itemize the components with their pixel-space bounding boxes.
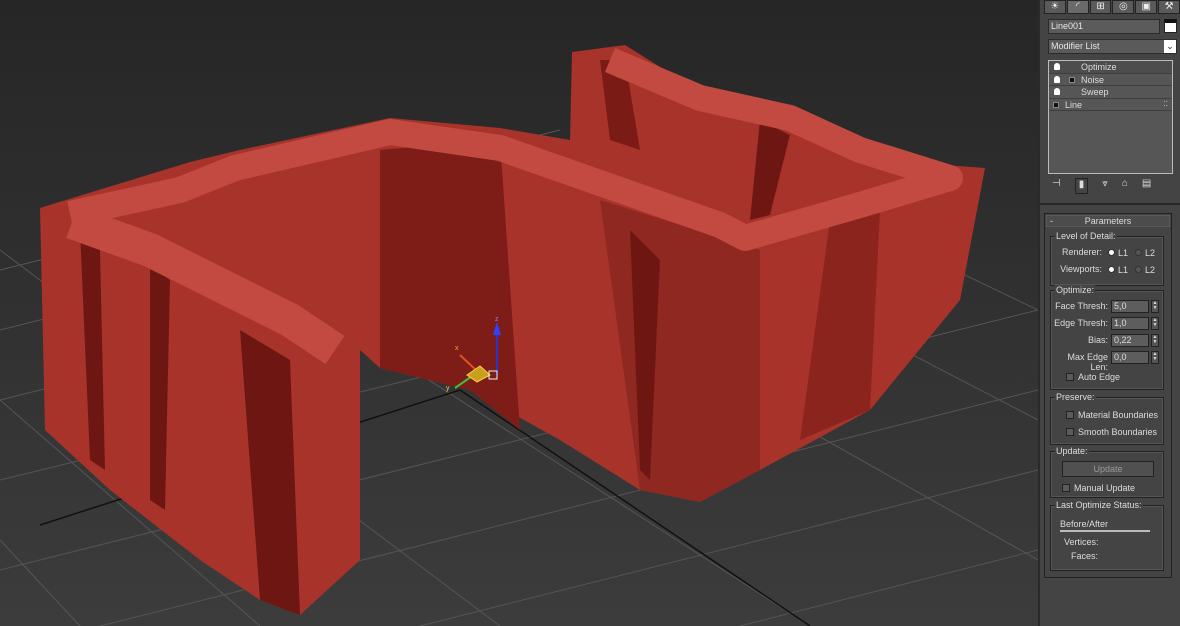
modify-tab[interactable]: ◜ bbox=[1066, 0, 1089, 14]
stack-item-label: Noise bbox=[1081, 74, 1105, 85]
viewports-label: Viewports: bbox=[1060, 264, 1102, 274]
before-after-header: Before/After bbox=[1060, 519, 1150, 532]
hammer-icon: ⚒ bbox=[1164, 1, 1174, 12]
l2-label: L2 bbox=[1145, 265, 1156, 275]
l1-label: L1 bbox=[1118, 248, 1129, 258]
expand-plus-icon[interactable] bbox=[1053, 101, 1059, 108]
max-edge-len-input[interactable]: 0,0 bbox=[1111, 351, 1149, 364]
auto-edge-checkbox[interactable] bbox=[1066, 373, 1074, 381]
smooth-boundaries-checkbox[interactable] bbox=[1066, 428, 1074, 436]
group-title: Last Optimize Status: bbox=[1055, 500, 1143, 510]
parameters-rollout: - Parameters Level of Detail: Renderer: … bbox=[1044, 213, 1172, 578]
command-panel-tabs: ☀ ◜ ⊞ ◎ ▣ ⚒ bbox=[1040, 0, 1180, 14]
update-button[interactable]: Update bbox=[1062, 461, 1154, 477]
sun-icon: ☀ bbox=[1050, 1, 1060, 12]
red-rock-wall-mesh bbox=[40, 45, 985, 615]
viewports-l1-radio[interactable] bbox=[1108, 266, 1115, 273]
motion-icon: ◎ bbox=[1119, 1, 1128, 12]
viewport-scene: x y z bbox=[0, 45, 1038, 626]
manual-update-label: Manual Update bbox=[1074, 483, 1136, 493]
display-tab[interactable]: ▣ bbox=[1135, 0, 1158, 14]
face-thresh-input[interactable]: 5,0 bbox=[1111, 300, 1149, 313]
rollout-title: Parameters bbox=[1084, 216, 1132, 226]
object-color-swatch[interactable] bbox=[1164, 19, 1177, 33]
stack-item-label: Line bbox=[1065, 99, 1083, 110]
remove-modifier-icon[interactable]: ⌂ bbox=[1122, 178, 1128, 194]
divider bbox=[1040, 203, 1180, 205]
bias-spinner[interactable]: ▲ ▼ bbox=[1151, 334, 1159, 347]
lightbulb-icon[interactable] bbox=[1054, 88, 1060, 95]
stack-item-line[interactable]: Line ⁚⁚ bbox=[1049, 99, 1172, 111]
group-title: Optimize: bbox=[1055, 285, 1096, 295]
hierarchy-tab[interactable]: ⊞ bbox=[1089, 0, 1112, 14]
l2-label: L2 bbox=[1145, 248, 1156, 258]
chevron-down-icon: ⌄ bbox=[1164, 40, 1176, 53]
make-unique-icon[interactable]: ⩔ bbox=[1102, 178, 1108, 194]
vertices-label: Vertices: bbox=[1064, 537, 1099, 547]
gizmo-x-label: x bbox=[455, 345, 459, 352]
viewports-l2-radio[interactable] bbox=[1135, 266, 1142, 273]
face-thresh-spinner[interactable]: ▲ ▼ bbox=[1151, 300, 1159, 313]
update-group: Update: Update Manual Update bbox=[1050, 446, 1164, 498]
stack-item-noise[interactable]: Noise bbox=[1049, 74, 1172, 86]
level-of-detail-group: Level of Detail: Renderer: L1 L2 Viewpor… bbox=[1050, 231, 1164, 286]
material-boundaries-label: Material Boundaries bbox=[1078, 410, 1159, 420]
modifier-list-label: Modifier List bbox=[1051, 41, 1100, 51]
command-panel: ☀ ◜ ⊞ ◎ ▣ ⚒ Line001 Modifier List ⌄ Opti… bbox=[1038, 0, 1180, 626]
stack-item-label: Optimize bbox=[1081, 62, 1117, 72]
edge-thresh-spinner[interactable]: ▲ ▼ bbox=[1151, 317, 1159, 330]
l1-label: L1 bbox=[1118, 265, 1129, 275]
lightbulb-icon[interactable] bbox=[1054, 75, 1060, 83]
material-boundaries-checkbox[interactable] bbox=[1066, 411, 1074, 419]
optimize-group: Optimize: Face Thresh: 5,0 ▲ ▼ Edge Thres… bbox=[1050, 285, 1164, 390]
renderer-label: Renderer: bbox=[1061, 247, 1102, 257]
last-optimize-status-group: Last Optimize Status: Before/After Verti… bbox=[1050, 500, 1164, 571]
edge-thresh-label: Edge Thresh: bbox=[1054, 318, 1108, 328]
stack-item-optimize[interactable]: Optimize bbox=[1049, 61, 1172, 74]
perspective-viewport[interactable]: x y z bbox=[0, 0, 1038, 626]
gizmo-z-label: z bbox=[495, 316, 499, 323]
faces-label: Faces: bbox=[1071, 551, 1099, 561]
hierarchy-icon: ⊞ bbox=[1096, 1, 1105, 12]
modifier-stack: Optimize Noise Sweep Line ⁚⁚ bbox=[1048, 60, 1173, 174]
object-name-input[interactable]: Line001 bbox=[1048, 19, 1160, 34]
motion-tab[interactable]: ◎ bbox=[1112, 0, 1135, 14]
subobject-dots-icon: ⁚⁚ bbox=[1163, 100, 1168, 108]
edge-thresh-input[interactable]: 1,0 bbox=[1111, 317, 1149, 330]
manual-update-checkbox[interactable] bbox=[1062, 484, 1070, 492]
show-end-result-icon[interactable]: ▮ bbox=[1074, 178, 1089, 194]
smooth-boundaries-label: Smooth Boundaries bbox=[1078, 427, 1158, 437]
stack-item-label: Sweep bbox=[1081, 87, 1109, 97]
renderer-l1-radio[interactable] bbox=[1108, 249, 1115, 256]
renderer-l2-radio[interactable] bbox=[1135, 249, 1142, 256]
max-edge-len-spinner[interactable]: ▲ ▼ bbox=[1151, 351, 1159, 364]
modify-arc-icon: ◜ bbox=[1075, 1, 1080, 12]
stack-item-sweep[interactable]: Sweep bbox=[1049, 86, 1172, 99]
configure-sets-icon[interactable]: ▤ bbox=[1142, 178, 1151, 194]
parameters-rollout-header[interactable]: - Parameters bbox=[1046, 215, 1170, 227]
lightbulb-icon[interactable] bbox=[1054, 63, 1060, 70]
modifier-list-dropdown[interactable]: Modifier List ⌄ bbox=[1048, 39, 1177, 54]
expand-plus-icon[interactable] bbox=[1069, 76, 1075, 83]
stack-toolbar: ⊣ ▮ ⩔ ⌂ ▤ bbox=[1052, 178, 1177, 194]
gizmo-y-label: y bbox=[446, 385, 450, 392]
create-tab[interactable]: ☀ bbox=[1044, 0, 1066, 14]
display-icon: ▣ bbox=[1141, 1, 1151, 12]
face-thresh-label: Face Thresh: bbox=[1055, 301, 1108, 311]
max-edge-len-label: Max Edge Len: bbox=[1067, 352, 1108, 372]
auto-edge-label: Auto Edge bbox=[1078, 372, 1121, 382]
group-title: Update: bbox=[1055, 446, 1089, 456]
bias-input[interactable]: 0,22 bbox=[1111, 334, 1149, 347]
utilities-tab[interactable]: ⚒ bbox=[1158, 0, 1180, 14]
collapse-icon: - bbox=[1050, 216, 1053, 226]
group-title: Preserve: bbox=[1055, 392, 1096, 402]
preserve-group: Preserve: Material Boundaries Smooth Bou… bbox=[1050, 392, 1164, 445]
group-title: Level of Detail: bbox=[1055, 231, 1117, 241]
pin-stack-icon[interactable]: ⊣ bbox=[1052, 178, 1061, 194]
bias-label: Bias: bbox=[1087, 335, 1108, 345]
